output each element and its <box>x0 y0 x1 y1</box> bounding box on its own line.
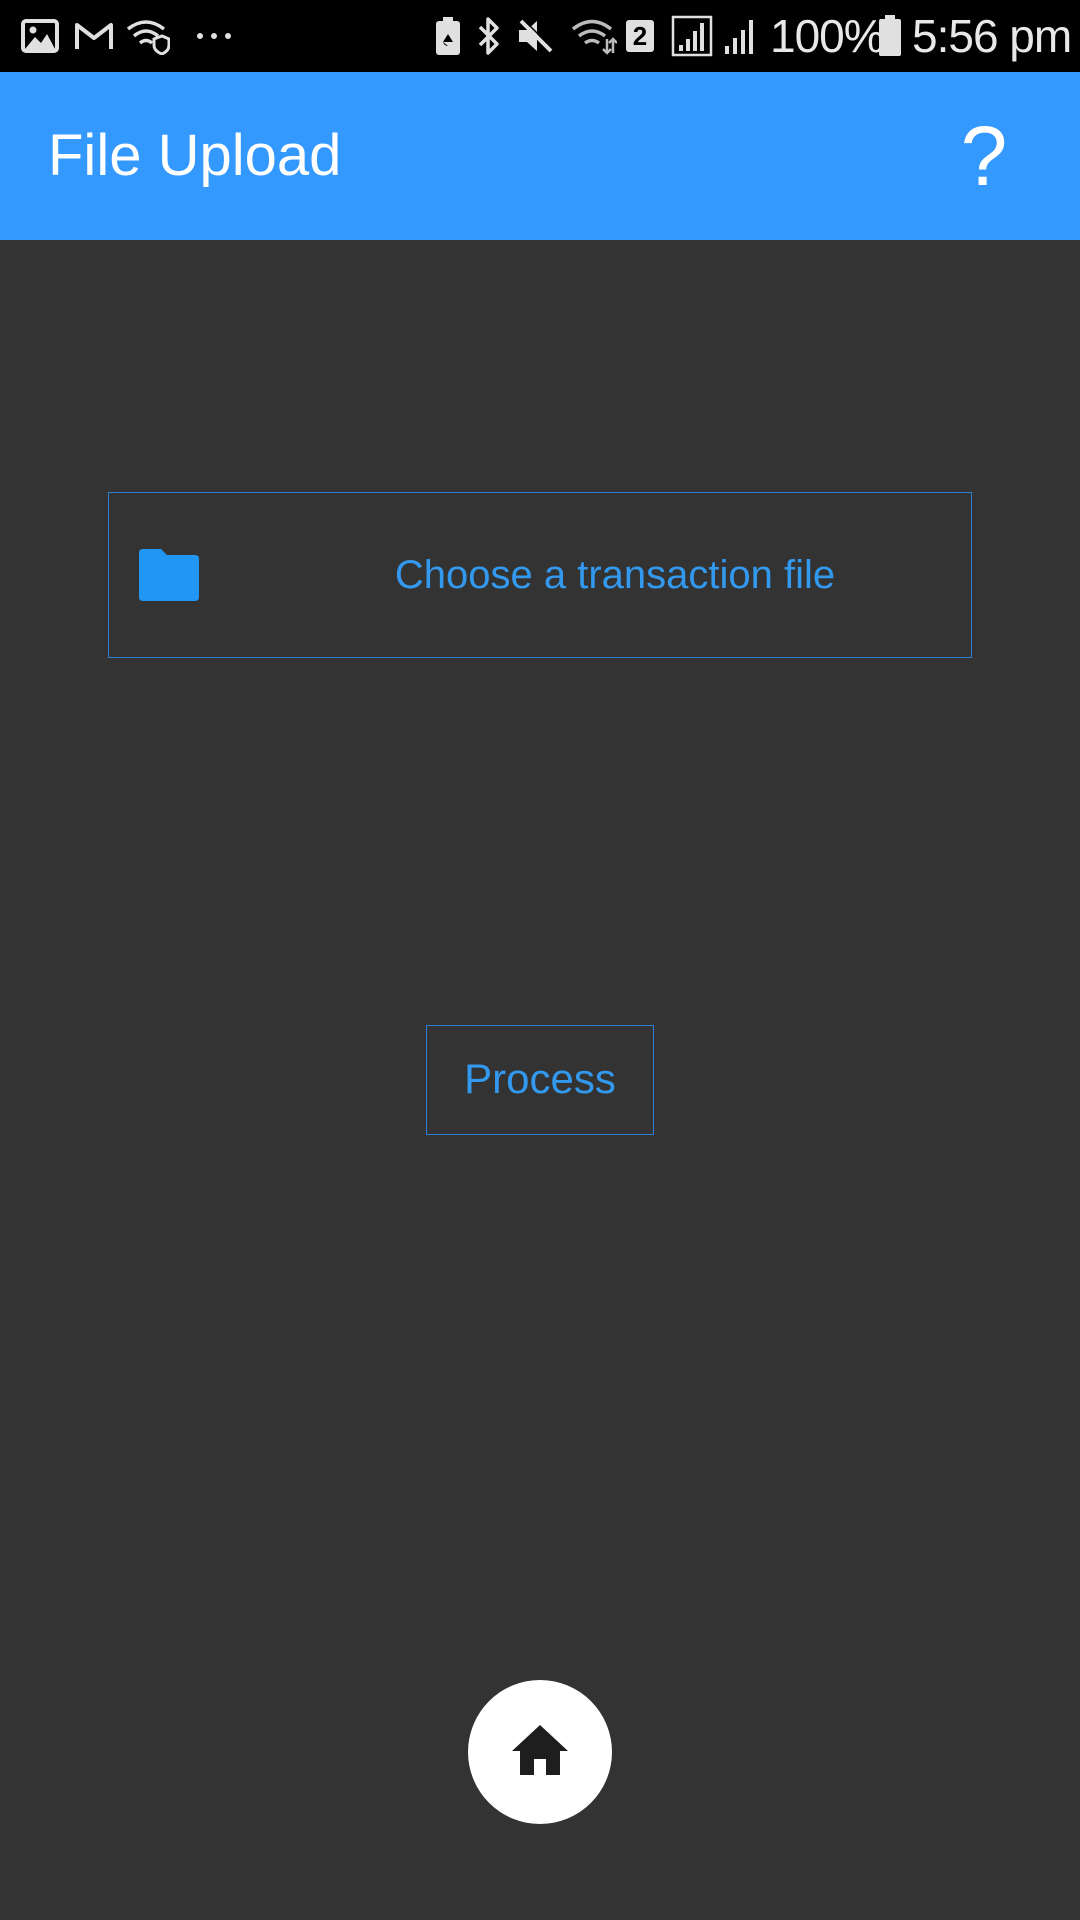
secure-wifi-icon <box>126 14 170 58</box>
app-bar: File Upload ? <box>0 72 1080 240</box>
wifi-icon <box>570 14 618 58</box>
status-bar: 2 100% 5:56 pm <box>0 0 1080 72</box>
signal-icon <box>722 14 758 58</box>
home-button[interactable] <box>468 1680 612 1824</box>
battery-saver-icon <box>432 14 464 58</box>
battery-icon <box>876 14 904 58</box>
mute-icon <box>514 14 556 58</box>
folder-icon <box>137 547 201 603</box>
signal-icon <box>670 14 714 58</box>
process-button[interactable]: Process <box>426 1025 654 1135</box>
choose-file-button[interactable]: Choose a transaction file <box>108 492 972 658</box>
clock: 5:56 pm <box>912 10 1072 62</box>
bluetooth-icon <box>474 14 504 58</box>
home-icon <box>510 1723 570 1782</box>
sim-icon: 2 <box>624 14 656 58</box>
more-dots-icon <box>192 14 236 58</box>
gallery-icon <box>20 14 60 58</box>
choose-file-label: Choose a transaction file <box>394 553 836 597</box>
battery-percent: 100% <box>770 10 885 62</box>
page-title: File Upload <box>48 123 342 188</box>
help-button[interactable]: ? <box>924 102 1044 210</box>
gmail-icon <box>72 14 116 58</box>
sim-slot-number: 2 <box>632 21 648 51</box>
